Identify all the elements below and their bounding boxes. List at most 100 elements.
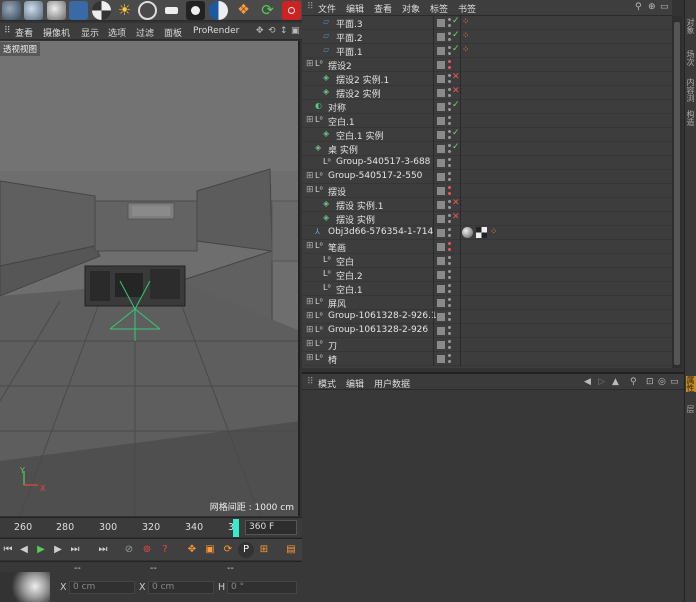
object-row[interactable]: ⊞ L⁰ 笔画: [302, 240, 672, 254]
layer-swatch-icon[interactable]: [437, 145, 445, 153]
attr-menu-edit[interactable]: 编辑: [346, 377, 364, 390]
back-icon[interactable]: ◀: [584, 377, 591, 387]
object-name[interactable]: 刀: [328, 339, 337, 352]
expand-toggle-icon[interactable]: ⊞: [306, 185, 314, 195]
object-row[interactable]: ◈ 摆设 实例 ✕: [302, 212, 672, 226]
menu-prorender[interactable]: ProRender: [193, 26, 239, 36]
disabled-x-icon[interactable]: ✕: [452, 212, 460, 222]
object-name[interactable]: 平面.2: [336, 31, 363, 44]
maximize-view-icon[interactable]: ▣: [291, 26, 300, 36]
disabled-x-icon[interactable]: ✕: [452, 86, 460, 96]
object-row[interactable]: L⁰ 空白.2: [302, 268, 672, 282]
enabled-check-icon[interactable]: ✓: [452, 16, 460, 26]
lock-icon[interactable]: ⊡: [646, 377, 654, 387]
render-visibility-dot[interactable]: [448, 150, 451, 153]
editor-visibility-dot[interactable]: [448, 144, 451, 147]
object-name[interactable]: 桌 实例: [328, 143, 358, 156]
dock-tab-content-browser[interactable]: 内容浏览器: [686, 78, 696, 108]
layer-swatch-icon[interactable]: [437, 117, 445, 125]
editor-visibility-dot[interactable]: [448, 312, 451, 315]
menu-display[interactable]: 显示: [81, 26, 99, 39]
enabled-check-icon[interactable]: ✓: [452, 30, 460, 40]
render-visibility-dot[interactable]: [448, 220, 451, 223]
layer-swatch-icon[interactable]: [437, 33, 445, 41]
object-name[interactable]: Obj3d66-576354-1-714: [328, 227, 433, 237]
render-visibility-dot[interactable]: [448, 24, 451, 27]
render-visibility-dot[interactable]: [448, 248, 451, 251]
object-name[interactable]: 空白.1 实例: [336, 129, 383, 142]
light-icon[interactable]: ☀: [115, 1, 134, 20]
texture-tag-icon[interactable]: ⁘: [462, 45, 470, 55]
up-icon[interactable]: ▲: [612, 377, 619, 387]
expand-toggle-icon[interactable]: ⊞: [306, 171, 314, 181]
object-name[interactable]: 摆设2 实例: [336, 87, 381, 100]
editor-visibility-dot[interactable]: [448, 228, 451, 231]
editor-visibility-dot[interactable]: [448, 354, 451, 357]
layer-swatch-icon[interactable]: [437, 159, 445, 167]
record-icon[interactable]: [282, 1, 301, 20]
object-row[interactable]: ⊞ L⁰ 摆设: [302, 184, 672, 198]
render-visibility-dot[interactable]: [448, 164, 451, 167]
render-visibility-dot[interactable]: [448, 192, 451, 195]
deformer-icon[interactable]: ❖: [234, 1, 253, 20]
object-name[interactable]: Group-1061328-2-926: [328, 325, 428, 335]
editor-visibility-dot[interactable]: [448, 158, 451, 161]
om-menu-tags[interactable]: 标签: [430, 2, 448, 15]
menu-camera[interactable]: 摄像机: [43, 26, 70, 39]
render-visibility-dot[interactable]: [448, 108, 451, 111]
layer-swatch-icon[interactable]: [437, 61, 445, 69]
expand-toggle-icon[interactable]: ⊞: [306, 115, 314, 125]
dock-tab-layers[interactable]: 层: [686, 405, 696, 413]
dock-tab-attributes[interactable]: 属性: [686, 376, 696, 392]
render-visibility-dot[interactable]: [448, 234, 451, 237]
play-icon[interactable]: ▶: [33, 542, 49, 558]
render-visibility-dot[interactable]: [448, 290, 451, 293]
object-row[interactable]: ⊞ L⁰ 椅: [302, 352, 672, 366]
expand-toggle-icon[interactable]: ⊞: [306, 241, 314, 251]
search-icon[interactable]: ⚲: [630, 377, 637, 387]
editor-visibility-dot[interactable]: [448, 242, 451, 245]
object-name[interactable]: Group-540517-2-550: [328, 171, 422, 181]
enabled-check-icon[interactable]: ✓: [452, 142, 460, 152]
layer-swatch-icon[interactable]: [437, 285, 445, 293]
editor-visibility-dot[interactable]: [448, 130, 451, 133]
render-visibility-dot[interactable]: [448, 122, 451, 125]
end-frame-field[interactable]: 360 F: [245, 520, 297, 535]
object-name[interactable]: 空白.1: [328, 115, 355, 128]
editor-visibility-dot[interactable]: [448, 200, 451, 203]
object-name[interactable]: 摆设2: [328, 59, 352, 72]
move-view-icon[interactable]: ✥: [256, 26, 264, 36]
editor-visibility-dot[interactable]: [448, 88, 451, 91]
rotate-key-icon[interactable]: ⟳: [220, 542, 236, 558]
render-visibility-dot[interactable]: [448, 360, 451, 363]
attr-menu-userdata[interactable]: 用户数据: [374, 377, 410, 390]
new-window-icon[interactable]: ▭: [670, 377, 679, 387]
expand-toggle-icon[interactable]: ⊞: [306, 325, 314, 335]
auto-key-icon[interactable]: ?: [157, 542, 173, 558]
disabled-x-icon[interactable]: ✕: [452, 198, 460, 208]
target-icon[interactable]: ◎: [658, 377, 666, 387]
object-row[interactable]: ⊞ L⁰ Group-1061328-2-926: [302, 324, 672, 338]
object-row[interactable]: ▱ 平面.3 ✓ ⁘: [302, 16, 672, 30]
layer-swatch-icon[interactable]: [437, 131, 445, 139]
render-visibility-dot[interactable]: [448, 304, 451, 307]
render-visibility-dot[interactable]: [448, 136, 451, 139]
layer-swatch-icon[interactable]: [437, 173, 445, 181]
rotate-view-icon[interactable]: ⟲: [268, 26, 276, 36]
om-menu-bookmarks[interactable]: 书签: [458, 2, 476, 15]
render-visibility-dot[interactable]: [448, 80, 451, 83]
object-row[interactable]: ◈ 空白.1 实例 ✓: [302, 128, 672, 142]
object-name[interactable]: 平面.1: [336, 45, 363, 58]
editor-visibility-dot[interactable]: [448, 116, 451, 119]
cycle-icon[interactable]: ⟳: [258, 1, 277, 20]
menu-filter[interactable]: 过滤: [136, 26, 154, 39]
object-name[interactable]: 笔画: [328, 241, 346, 254]
attr-menu-mode[interactable]: 模式: [318, 377, 336, 390]
go-to-end-icon[interactable]: ⏭: [67, 542, 83, 558]
texture-tag-icon[interactable]: ⁘: [462, 17, 470, 27]
layer-swatch-icon[interactable]: [437, 75, 445, 83]
material-tag-icon[interactable]: [462, 227, 473, 238]
layer-swatch-icon[interactable]: [437, 47, 445, 55]
cube-icon[interactable]: [69, 1, 88, 20]
layer-swatch-icon[interactable]: [437, 19, 445, 27]
